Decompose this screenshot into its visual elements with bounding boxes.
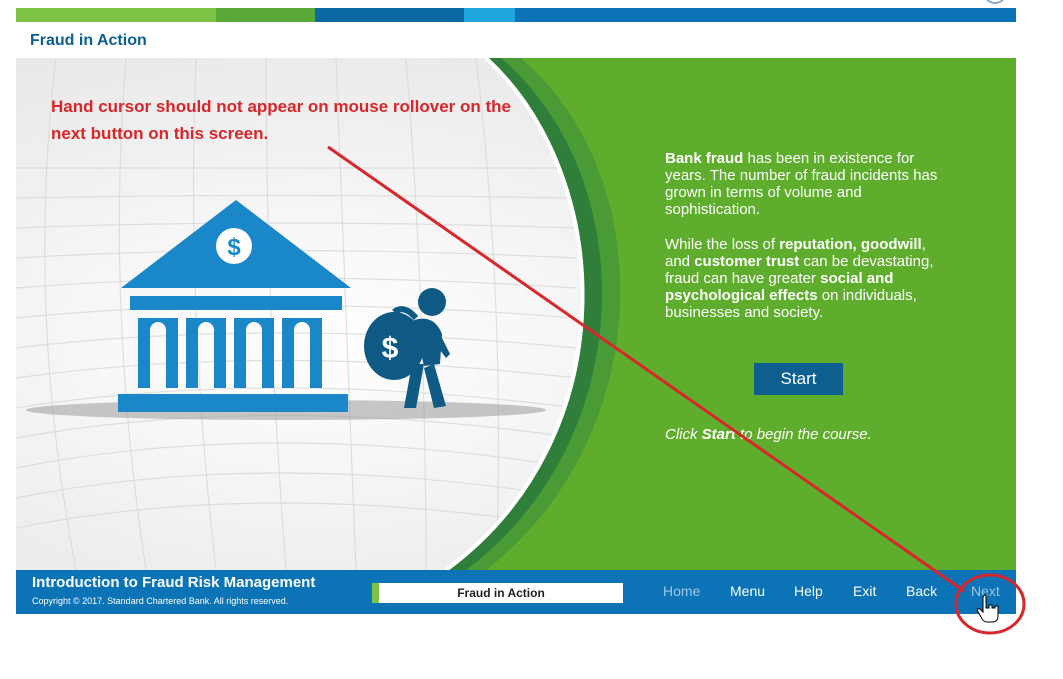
progress-label: Fraud in Action	[457, 586, 545, 600]
intro-paragraph-1: Bank fraud has been in existence for yea…	[665, 150, 938, 218]
annotation-note: Hand cursor should not appear on mouse r…	[51, 97, 511, 143]
start-instruction: Click Start to begin the course.	[665, 426, 872, 443]
top-color-bar	[16, 8, 1016, 22]
help-button[interactable]: Help	[794, 583, 823, 599]
progress-indicator: Fraud in Action	[372, 583, 623, 603]
thief-with-moneybag-icon: $	[364, 288, 450, 408]
intro-text: Bank fraud has been in existence for yea…	[665, 150, 955, 339]
exit-button[interactable]: Exit	[853, 583, 876, 599]
copyright-text: Copyright © 2017. Standard Chartered Ban…	[32, 596, 289, 606]
home-button[interactable]: Home	[663, 583, 700, 599]
svg-text:$: $	[382, 332, 399, 365]
next-button[interactable]: Next	[971, 583, 1000, 599]
svg-text:$: $	[227, 234, 241, 261]
bank-building-icon: $	[118, 200, 351, 412]
intro-paragraph-2: While the loss of reputation, goodwill, …	[665, 236, 934, 321]
page-title: Fraud in Action	[30, 32, 147, 49]
menu-button[interactable]: Menu	[730, 583, 765, 599]
back-button[interactable]: Back	[906, 583, 937, 599]
partial-top-icon	[986, 0, 1004, 4]
course-title: Introduction to Fraud Risk Management	[32, 574, 316, 591]
start-button[interactable]: Start	[754, 363, 843, 395]
footer-bar: Introduction to Fraud Risk Management Co…	[16, 570, 1016, 614]
